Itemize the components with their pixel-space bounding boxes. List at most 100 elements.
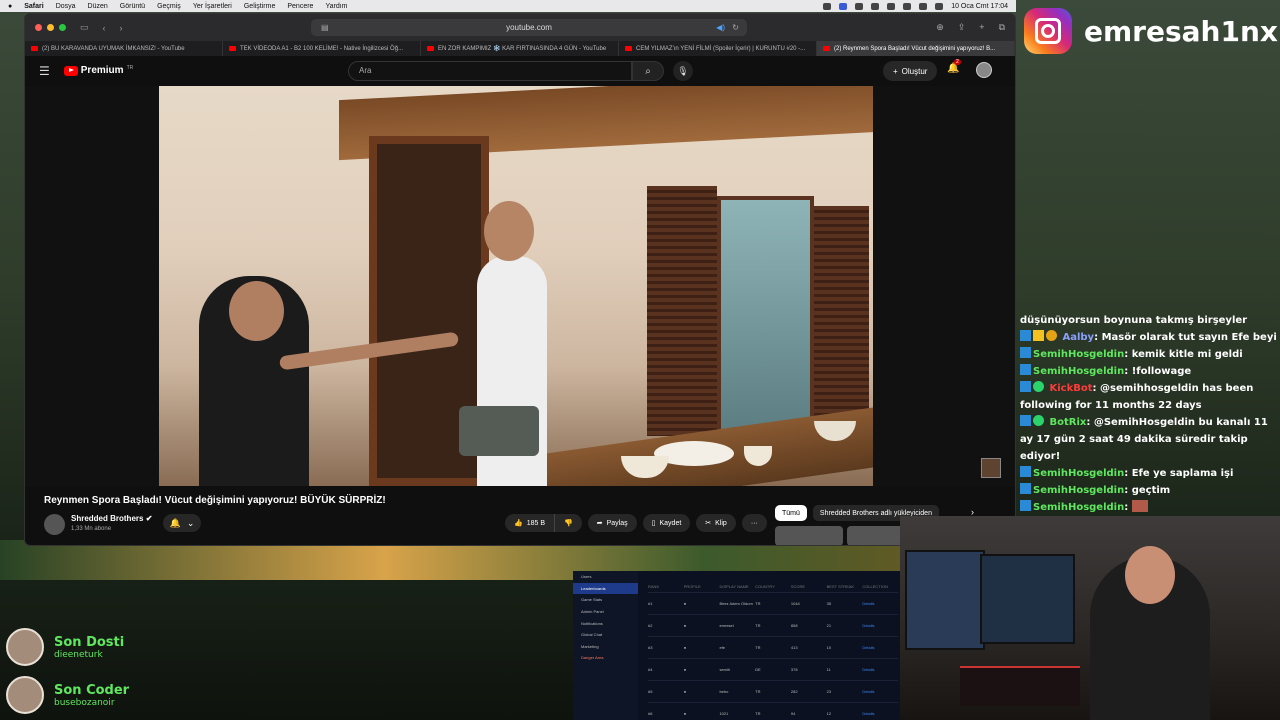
tab-bar: (2) BU KARAVANDA UYUMAK İMKANSIZ! - YouT… — [25, 41, 1015, 56]
cell: 35 — [826, 601, 832, 606]
save-button[interactable]: ▯ Kaydet — [642, 514, 691, 532]
like-button[interactable]: 👍 185 B — [505, 514, 555, 532]
search-button[interactable]: ⌕ — [632, 61, 664, 81]
video-thumbnail-overlay[interactable] — [981, 458, 1001, 478]
table-row[interactable]: #2 ● emresel TR 858 21 Details — [648, 615, 898, 637]
details-link[interactable]: Details — [862, 645, 898, 650]
stream-chat: düşünüyorsun boynuna takmış birşeyler Aa… — [1020, 312, 1278, 516]
sidebar-item[interactable]: Admin Panel — [573, 606, 638, 618]
logo-text: Premium — [80, 65, 124, 76]
chevron-down-icon: ⌄ — [186, 517, 195, 528]
new-tab-icon[interactable]: + — [979, 22, 984, 33]
chip-all[interactable]: Tümü — [775, 505, 807, 521]
menu-yer-isaretleri[interactable]: Yer İşaretleri — [193, 3, 232, 10]
chat-message: SemihHosgeldin: — [1020, 499, 1278, 516]
address-bar[interactable]: ▤ youtube.com ◀) ↻ — [311, 19, 747, 36]
tab-overview-icon[interactable]: ⧉ — [999, 22, 1005, 33]
youtube-logo[interactable]: Premium TR — [63, 65, 133, 76]
instagram-handle: emresah1nx — [1084, 14, 1278, 48]
dislike-button[interactable]: 👎 — [554, 514, 582, 532]
table-row[interactable]: #4 ● semih DE 378 11 Details — [648, 659, 898, 681]
sidebar-item[interactable]: Users — [573, 571, 638, 583]
details-link[interactable]: Details — [862, 623, 898, 628]
speaker-icon[interactable]: ◀) — [716, 23, 725, 32]
menu-duzen[interactable]: Düzen — [88, 3, 108, 10]
video-thumbnail[interactable] — [775, 526, 843, 545]
voice-search-button[interactable]: 🎙 — [673, 61, 693, 81]
cell: TR — [755, 645, 761, 650]
video-player[interactable] — [25, 86, 1015, 486]
sidebar-item-active[interactable]: Leaderboards — [573, 582, 638, 595]
crown-icon — [1033, 330, 1044, 341]
chat-message: SemihHosgeldin: kemik kitle mi geldi — [1020, 346, 1278, 363]
clip-label: Klip — [715, 519, 727, 527]
details-link[interactable]: Details — [862, 667, 898, 672]
status-icon-active[interactable] — [839, 2, 848, 10]
status-icon[interactable] — [823, 2, 832, 10]
apple-icon[interactable]: ● — [8, 3, 12, 10]
wifi-icon[interactable] — [903, 2, 912, 10]
browser-tab[interactable]: CEM YILMAZ'ın YENİ FİLMİ (Spoiler İçerir… — [619, 41, 817, 56]
browser-tab[interactable]: (2) BU KARAVANDA UYUMAK İMKANSIZ! - YouT… — [25, 41, 223, 56]
app-menu[interactable]: Safari — [24, 3, 43, 10]
video-frame[interactable] — [159, 86, 873, 486]
sidebar-item[interactable]: Game Stats — [573, 594, 638, 606]
details-link[interactable]: Details — [862, 601, 898, 606]
bookmark-icon: ▯ — [651, 520, 656, 527]
menu-icon[interactable]: ☰ — [39, 64, 50, 78]
menu-gecmis[interactable]: Geçmiş — [157, 3, 181, 10]
clip-button[interactable]: ✂ Klip — [696, 514, 736, 532]
youtube-favicon-icon — [823, 46, 830, 51]
sidebar-item[interactable]: Marketing — [573, 641, 638, 653]
details-link[interactable]: Details — [862, 689, 898, 694]
zoom-button[interactable] — [59, 24, 66, 31]
menu-goruntu[interactable]: Görüntü — [120, 3, 145, 10]
create-button[interactable]: + Oluştur — [883, 61, 938, 81]
download-icon[interactable]: ⊕ — [936, 22, 944, 33]
details-link[interactable]: Details — [862, 711, 898, 716]
browser-toolbar: ▭ ‹ › ▤ youtube.com ◀) ↻ ⊕ ⇪ + ⧉ — [25, 14, 1015, 41]
volume-icon[interactable] — [887, 2, 896, 10]
browser-tab[interactable]: EN ZOR KAMPIMIZ ❄️ KAR FIRTINASINDA 4 GÜ… — [421, 41, 619, 56]
menu-dosya[interactable]: Dosya — [56, 3, 76, 10]
last-sub-label: Son Coder — [54, 682, 130, 698]
sidebar-icon[interactable]: ▭ — [80, 22, 89, 33]
share-icon[interactable]: ⇪ — [958, 22, 966, 33]
menu-pencere[interactable]: Pencere — [287, 3, 313, 10]
back-icon[interactable]: ‹ — [103, 23, 106, 33]
channel-name[interactable]: Shredded Brothers ✔ — [71, 514, 152, 523]
control-center-icon[interactable] — [935, 2, 944, 10]
play-icon[interactable] — [871, 2, 880, 10]
tab-title: TEK VİDEODA A1 - B2 100 KELİME! - Native… — [240, 45, 404, 52]
reload-icon[interactable]: ↻ — [732, 23, 739, 32]
more-actions-button[interactable]: ··· — [741, 514, 767, 532]
menu-gelistirme[interactable]: Geliştirme — [244, 3, 276, 10]
sidebar-item-danger[interactable]: Danger Area — [573, 652, 638, 664]
browser-tab-active[interactable]: (2) Reynmen Spora Başladı! Vücut değişim… — [817, 41, 1015, 56]
youtube-favicon-icon — [31, 46, 38, 51]
monitor — [980, 554, 1075, 644]
search-input[interactable]: Ara — [348, 61, 632, 81]
browser-tab[interactable]: TEK VİDEODA A1 - B2 100 KELİME! - Native… — [223, 41, 421, 56]
safari-window: ▭ ‹ › ▤ youtube.com ◀) ↻ ⊕ ⇪ + ⧉ (2) BU … — [24, 13, 1016, 546]
table-row[interactable]: #1 ● Birez Adem Oldum TR 1044 35 Details — [648, 593, 898, 615]
search-icon[interactable] — [919, 2, 928, 10]
subscribed-button[interactable]: 🔔 ⌄ — [163, 514, 201, 532]
share-button[interactable]: ➦ Paylaş — [587, 514, 637, 532]
minimize-button[interactable] — [47, 24, 54, 31]
sidebar-item[interactable]: Global Chat — [573, 629, 638, 641]
avatar: ● — [683, 711, 687, 716]
sidebar-item[interactable]: Notifications — [573, 617, 638, 629]
table-row[interactable]: #5 ● bebo TR 282 23 Details — [648, 681, 898, 703]
record-icon[interactable] — [855, 2, 864, 10]
cell: #6 — [648, 711, 653, 716]
admin-dashboard: Users Leaderboards Game Stats Admin Pane… — [573, 571, 903, 720]
avatar[interactable] — [976, 62, 992, 78]
channel-avatar[interactable] — [44, 514, 65, 535]
table-row[interactable]: #3 ● efe TR 413 10 Details — [648, 637, 898, 659]
forward-icon[interactable]: › — [120, 23, 123, 33]
menubar-clock[interactable]: 10 Oca Cmt 17:04 — [951, 3, 1008, 10]
menu-yardim[interactable]: Yardım — [325, 3, 347, 10]
close-button[interactable] — [35, 24, 42, 31]
table-row[interactable]: #6 ● 1021 TR 94 12 Details — [648, 703, 898, 720]
